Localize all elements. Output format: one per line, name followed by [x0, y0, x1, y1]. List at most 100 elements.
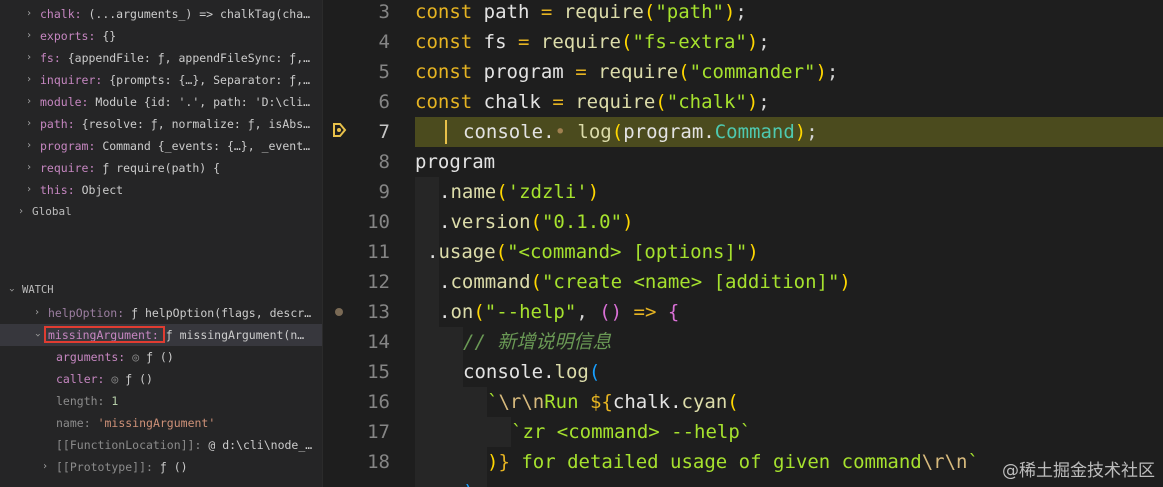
property-name: [[Prototype]]: [56, 460, 153, 474]
chevron-right-icon[interactable]: › [26, 47, 32, 69]
line-number: 12 [367, 271, 390, 293]
line-number: 11 [367, 241, 390, 263]
code-line[interactable]: .usage("<command> [options]") [427, 237, 759, 267]
watch-value: ƒ helpOption(flags, descr… [131, 306, 312, 320]
code-line[interactable]: `zr <command> --help` [511, 417, 751, 447]
debug-sidebar: › chalk: (...arguments_) => chalkTag(cha… [0, 0, 322, 487]
variable-name: exports: [40, 29, 96, 43]
variable-name: inquirer: [40, 73, 103, 87]
code-line[interactable]: console.• log(program.Command); [463, 117, 818, 147]
variable-value: ƒ require(path) { [102, 161, 221, 175]
line-number: 4 [378, 31, 390, 53]
variable-value: {prompts: {…}, Separator: ƒ,… [109, 73, 311, 87]
code-line[interactable]: )} for detailed usage of given command\r… [487, 447, 979, 477]
code-line[interactable]: const program = require("commander"); [415, 57, 838, 87]
variable-row[interactable]: › require: ƒ require(path) { [0, 157, 322, 179]
variable-row[interactable]: › exports: {} [0, 25, 322, 47]
line-number: 7 [378, 121, 390, 143]
variable-name: this: [40, 183, 75, 197]
chevron-down-icon[interactable]: › [0, 287, 22, 293]
line-number: 3 [378, 1, 390, 23]
variable-value: (...arguments_) => chalkTag(cha… [88, 7, 311, 21]
chevron-right-icon[interactable]: › [34, 302, 40, 324]
chevron-right-icon[interactable]: › [26, 135, 32, 157]
chevron-right-icon[interactable]: › [26, 69, 32, 91]
watch-row[interactable]: › helpOption: ƒ helpOption(flags, descr… [0, 302, 322, 324]
variable-value: {} [102, 29, 117, 43]
variable-name: fs: [40, 51, 61, 65]
code-line[interactable]: .name('zdzli') [439, 177, 599, 207]
code-line[interactable]: `\r\nRun ${chalk.cyan( [487, 387, 739, 417]
chevron-right-icon[interactable]: › [26, 25, 32, 47]
variable-row[interactable]: › program: Command {_events: {…}, _event… [0, 135, 322, 157]
indent-guide [415, 177, 439, 487]
watermark: @稀土掘金技术社区 [1002, 461, 1155, 481]
line-number: 5 [378, 61, 390, 83]
code-line[interactable]: program [415, 147, 495, 177]
chevron-right-icon[interactable]: › [26, 157, 32, 179]
scope-global[interactable]: › Global [0, 201, 322, 223]
code-line[interactable]: .on("--help", () => { [439, 297, 679, 327]
chevron-right-icon[interactable]: › [26, 91, 32, 113]
variable-row[interactable]: › path: {resolve: ƒ, normalize: ƒ, isAbs… [0, 113, 322, 135]
property-value: 'missingArgument' [97, 416, 216, 430]
watch-value: ƒ missingArgument(n… [165, 328, 305, 342]
variable-value: Module {id: '.', path: 'D:\cli… [95, 95, 311, 109]
variable-value: Object [81, 183, 124, 197]
property-row[interactable]: arguments: ◎ ƒ () [0, 346, 322, 368]
chevron-right-icon[interactable]: › [18, 201, 24, 223]
code-line[interactable]: .version("0.1.0") [439, 207, 634, 237]
variable-value: {resolve: ƒ, normalize: ƒ, isAbs… [81, 117, 311, 131]
chevron-right-icon[interactable]: › [26, 3, 32, 25]
highlight-box [44, 326, 165, 343]
eye-icon: ◎ [111, 372, 119, 386]
code-line[interactable]: ) [463, 477, 474, 487]
variable-name: path: [40, 117, 75, 131]
variable-name: require: [40, 161, 96, 175]
code-line[interactable]: console.log( [463, 357, 600, 387]
line-number: 10 [367, 211, 390, 233]
variable-row[interactable]: › chalk: (...arguments_) => chalkTag(cha… [0, 3, 322, 25]
property-row[interactable]: name: 'missingArgument' [0, 412, 322, 434]
property-name: length: [56, 394, 105, 408]
variable-row[interactable]: › this: Object [0, 179, 322, 201]
property-row[interactable]: length: 1 [0, 390, 322, 412]
indent-guide [487, 417, 511, 447]
code-line[interactable]: const path = require("path"); [415, 0, 747, 27]
variable-row[interactable]: › module: Module {id: '.', path: 'D:\cli… [0, 91, 322, 113]
property-row[interactable]: [[FunctionLocation]]: @ d:\cli\node_… [0, 434, 322, 456]
variable-row[interactable]: › inquirer: {prompts: {…}, Separator: ƒ,… [0, 69, 322, 91]
eye-icon: ◎ [132, 350, 140, 364]
line-number: 15 [367, 361, 390, 383]
line-number: 6 [378, 91, 390, 113]
code-line[interactable]: const fs = require("fs-extra"); [415, 27, 770, 57]
property-value: @ d:\cli\node_… [208, 438, 313, 452]
property-name: [[FunctionLocation]]: [56, 438, 202, 452]
indent-guide [463, 387, 487, 487]
variable-name: chalk: [40, 7, 82, 21]
chevron-right-icon[interactable]: › [26, 179, 32, 201]
property-name: name: [56, 416, 91, 430]
text-cursor [445, 120, 447, 144]
variable-name: module: [40, 95, 89, 109]
code-line[interactable]: .command("create <name> [addition]") [439, 267, 851, 297]
watch-name: helpOption: [48, 306, 125, 320]
property-row[interactable]: caller: ◎ ƒ () [0, 368, 322, 390]
property-value: ƒ () [125, 372, 153, 386]
indent-guide [439, 327, 463, 487]
variable-value: Command {_events: {…}, _event… [102, 139, 311, 153]
property-row[interactable]: › [[Prototype]]: ƒ () [0, 456, 322, 478]
code-editor[interactable]: 3 4 5 6 7 8 9 10 11 12 13 14 15 16 17 18… [323, 0, 1163, 487]
chevron-right-icon[interactable]: › [26, 113, 32, 135]
property-value: ƒ () [159, 460, 188, 474]
line-number: 9 [378, 181, 390, 203]
property-name: caller: [56, 372, 105, 386]
watch-section-header[interactable]: › WATCH [0, 279, 322, 301]
line-number: 17 [367, 421, 390, 443]
chevron-right-icon[interactable]: › [42, 456, 48, 478]
variable-row[interactable]: › fs: {appendFile: ƒ, appendFileSync: ƒ,… [0, 47, 322, 69]
code-line[interactable]: const chalk = require("chalk"); [415, 87, 770, 117]
code-line[interactable]: // 新增说明信息 [463, 327, 611, 357]
variable-value: {appendFile: ƒ, appendFileSync: ƒ,… [67, 51, 311, 65]
line-number: 8 [378, 151, 390, 173]
